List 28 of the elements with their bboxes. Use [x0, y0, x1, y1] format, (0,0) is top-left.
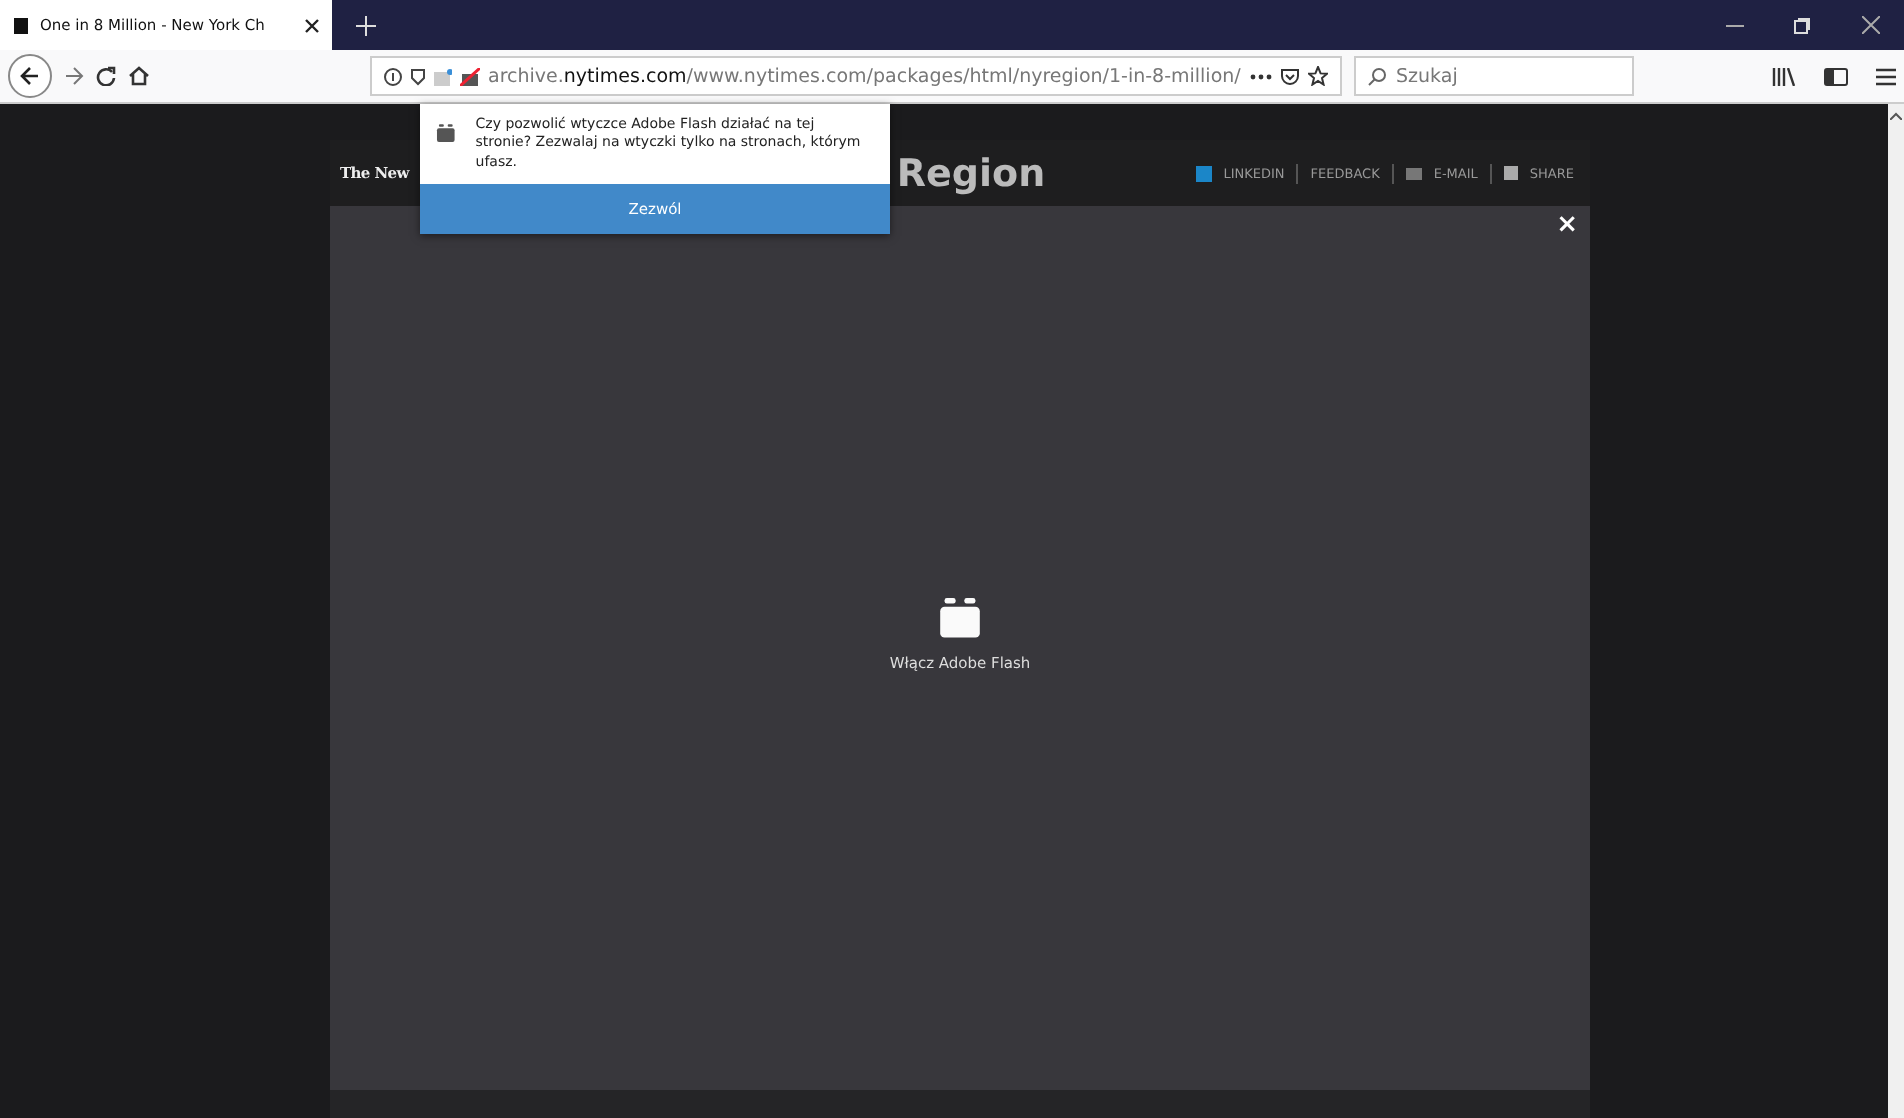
section-title: Region — [896, 151, 1046, 195]
scroll-up-icon[interactable] — [1890, 112, 1902, 120]
search-field[interactable]: Szukaj — [1354, 56, 1634, 96]
library-icon[interactable] — [1772, 67, 1796, 85]
search-icon — [1368, 67, 1386, 85]
address-bar[interactable]: archive.nytimes.com/www.nytimes.com/packages/html/nyregion/1-in-8-million/ — [370, 56, 1342, 96]
forward-arrow-icon[interactable] — [64, 66, 84, 86]
home-icon[interactable] — [128, 66, 150, 86]
back-arrow-icon — [20, 66, 40, 86]
minimize-icon[interactable] — [1725, 23, 1743, 27]
more-icon[interactable] — [1250, 73, 1272, 79]
plugin-icon[interactable] — [434, 67, 452, 85]
close-icon[interactable] — [1861, 16, 1879, 34]
shield-icon[interactable] — [410, 67, 426, 85]
restore-icon[interactable] — [1794, 17, 1810, 33]
scrollbar[interactable] — [1888, 104, 1904, 1118]
info-icon[interactable] — [384, 67, 402, 85]
back-button[interactable] — [8, 54, 52, 98]
close-button[interactable]: × — [1556, 210, 1578, 240]
close-icon[interactable] — [304, 17, 320, 33]
url-text: archive.nytimes.com/www.nytimes.com/packages/html/nyregion/1-in-8-million/ — [488, 65, 1242, 87]
reload-icon[interactable] — [96, 66, 116, 86]
menu-icon[interactable] — [1876, 67, 1896, 85]
star-icon[interactable] — [1308, 66, 1328, 86]
blocked-plugin-icon[interactable] — [460, 67, 480, 85]
plugin-icon — [937, 598, 982, 638]
pocket-icon[interactable] — [1280, 67, 1300, 85]
sidebar-icon[interactable] — [1824, 67, 1848, 85]
